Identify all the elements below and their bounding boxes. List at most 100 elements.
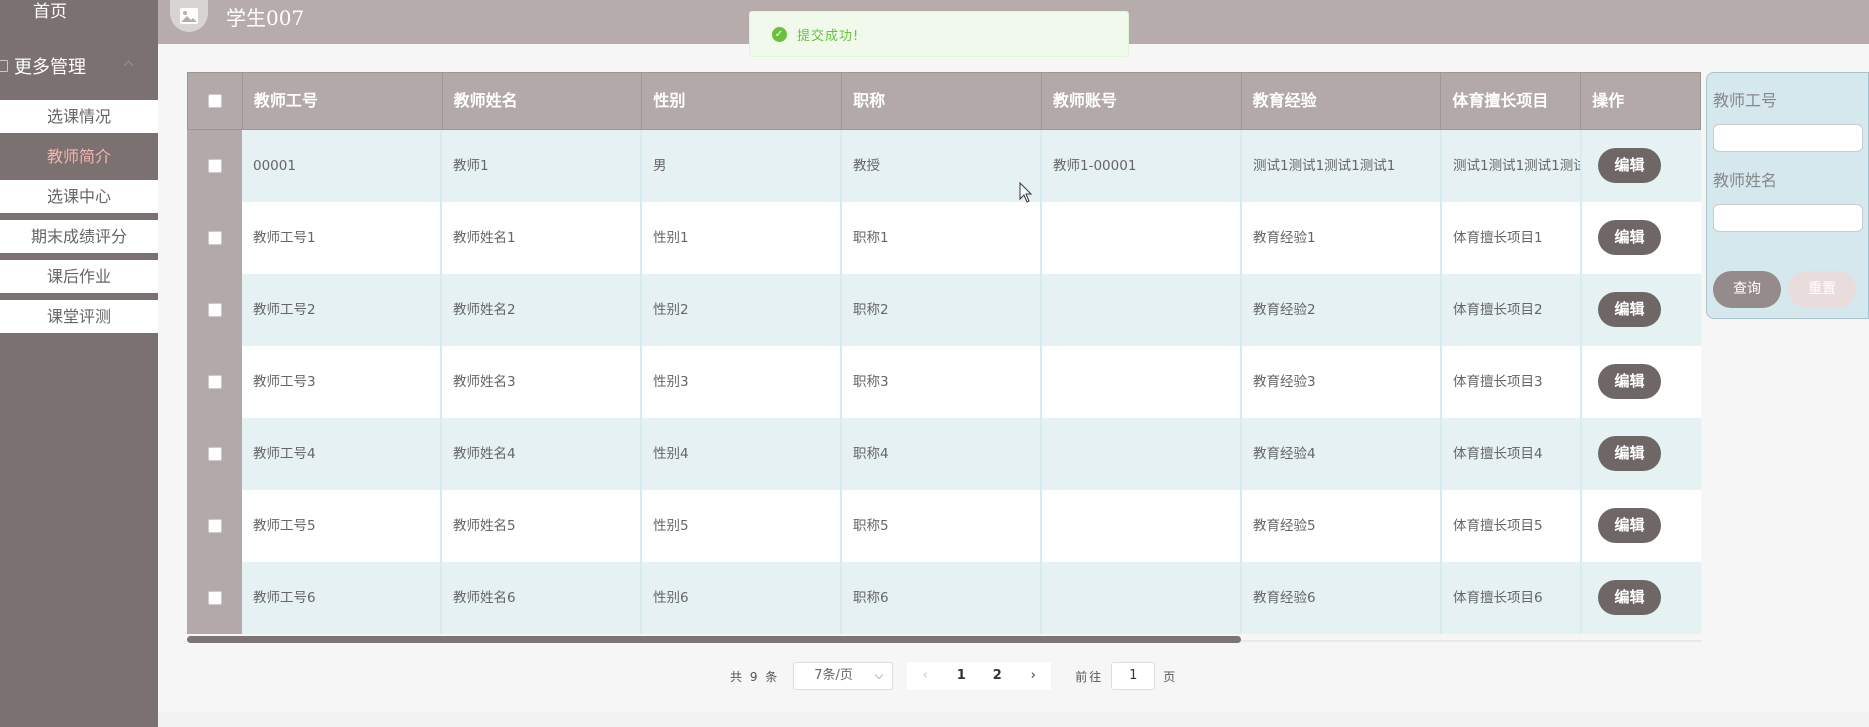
table-body: 00001 教师1 男 教授 教师1-00001 测试1测试1测试1测试1 测试… <box>187 130 1701 634</box>
column-header[interactable]: 教师姓名 <box>443 73 643 129</box>
column-header[interactable]: 教师账号 <box>1042 73 1242 129</box>
table-cell: 教师1 <box>442 130 642 202</box>
sidebar-item-homework[interactable]: 课后作业 <box>0 260 158 293</box>
chevron-right-icon: › <box>1030 668 1036 683</box>
table-cell: 教师工号2 <box>242 274 442 346</box>
horizontal-scrollbar[interactable] <box>187 636 1241 643</box>
query-button[interactable]: 查询 <box>1713 271 1781 308</box>
sidebar-item-final-grades[interactable]: 期末成绩评分 <box>0 220 158 253</box>
chevron-left-icon: ‹ <box>922 668 928 683</box>
check-circle-icon: ✓ <box>772 26 787 42</box>
row-checkbox[interactable] <box>207 303 222 317</box>
table-cell: 教师工号1 <box>242 202 442 274</box>
sidebar-item-class-eval[interactable]: 课堂评测 <box>0 300 158 333</box>
column-header[interactable]: 教育经验 <box>1242 73 1442 129</box>
username: 学生007 <box>226 6 305 30</box>
teacher-table: 教师工号 教师姓名 性别 职称 教师账号 教育经验 体育擅长项目 操作 0000… <box>187 72 1701 634</box>
table-cell: 教师工号5 <box>242 490 442 562</box>
sidebar-more-label: 更多管理 <box>14 57 86 78</box>
table-cell: 教师姓名2 <box>442 274 642 346</box>
next-page-button[interactable]: › <box>1015 662 1052 690</box>
chevron-down-icon <box>875 670 884 680</box>
sidebar-more-management[interactable]: 更多管理 <box>0 48 158 84</box>
edit-button[interactable]: 编辑 <box>1598 580 1661 615</box>
page-1-button[interactable]: 1 <box>943 662 980 690</box>
table-cell: 00001 <box>242 130 442 202</box>
table-row: 教师工号1 教师姓名1 性别1 职称1 教育经验1 体育擅长项目1 编辑 <box>187 202 1701 274</box>
sidebar-item-course-center[interactable]: 选课中心 <box>0 180 158 213</box>
table-cell: 教育经验2 <box>1242 274 1442 346</box>
sidebar-item-course-status[interactable]: 选课情况 <box>0 100 158 133</box>
teacher-name-label: 教师姓名 <box>1713 171 1778 190</box>
edit-button[interactable]: 编辑 <box>1598 508 1661 543</box>
image-icon <box>180 8 198 24</box>
sidebar-home[interactable]: 首页 <box>0 0 100 24</box>
table-cell: 教师姓名3 <box>442 346 642 418</box>
prev-page-button[interactable]: ‹ <box>907 662 944 690</box>
edit-button[interactable]: 编辑 <box>1598 436 1661 471</box>
table-cell: 职称3 <box>842 346 1042 418</box>
menu-icon <box>0 60 8 72</box>
row-checkbox[interactable] <box>207 447 222 461</box>
table-cell: 职称1 <box>842 202 1042 274</box>
table-header: 教师工号 教师姓名 性别 职称 教师账号 教育经验 体育擅长项目 操作 <box>187 72 1701 130</box>
edit-button[interactable]: 编辑 <box>1598 148 1661 183</box>
column-header[interactable]: 职称 <box>842 73 1042 129</box>
row-select-cell <box>187 202 242 274</box>
page-2-button[interactable]: 2 <box>979 662 1016 690</box>
row-select-cell <box>187 274 242 346</box>
pagination: 共 9 条 7条/页 ‹ 1 2 › 前往 1 页 <box>730 662 1175 690</box>
goto-page-input[interactable]: 1 <box>1111 662 1156 690</box>
table-cell: 教师姓名1 <box>442 202 642 274</box>
edit-button[interactable]: 编辑 <box>1598 364 1661 399</box>
row-checkbox[interactable] <box>207 375 222 389</box>
row-select-cell <box>187 346 242 418</box>
table-cell: 教育经验6 <box>1242 562 1442 634</box>
table-row: 00001 教师1 男 教授 教师1-00001 测试1测试1测试1测试1 测试… <box>187 130 1701 202</box>
teacher-id-input[interactable] <box>1713 124 1863 152</box>
table-cell: 教育经验3 <box>1242 346 1442 418</box>
table-cell <box>1042 202 1242 274</box>
table-cell: 教育经验1 <box>1242 202 1442 274</box>
table-cell: 职称5 <box>842 490 1042 562</box>
table-cell: 教授 <box>842 130 1042 202</box>
select-all-checkbox[interactable] <box>207 94 222 108</box>
column-header[interactable]: 性别 <box>642 73 843 129</box>
table-cell: 体育擅长项目3 <box>1442 346 1582 418</box>
action-cell: 编辑 <box>1582 562 1701 634</box>
row-select-cell <box>187 562 242 634</box>
teacher-name-input[interactable] <box>1713 204 1863 232</box>
table-cell: 体育擅长项目2 <box>1442 274 1582 346</box>
action-cell: 编辑 <box>1582 274 1701 346</box>
reset-button[interactable]: 重置 <box>1788 271 1856 308</box>
row-checkbox[interactable] <box>207 591 222 605</box>
row-checkbox[interactable] <box>207 231 222 245</box>
action-cell: 编辑 <box>1582 130 1701 202</box>
column-header[interactable]: 教师工号 <box>243 73 443 129</box>
table-cell: 性别2 <box>642 274 842 346</box>
table-cell: 教师工号6 <box>242 562 442 634</box>
table-cell: 教师姓名4 <box>442 418 642 490</box>
row-checkbox[interactable] <box>207 159 222 173</box>
goto-suffix: 页 <box>1163 669 1176 684</box>
table-cell: 教育经验4 <box>1242 418 1442 490</box>
table-cell: 性别1 <box>642 202 842 274</box>
row-checkbox[interactable] <box>207 519 222 533</box>
sidebar: 首页 更多管理 选课情况 教师简介 选课中心 期末成绩评分 课后作业 课堂评测 <box>0 0 158 727</box>
table-cell: 教师1-00001 <box>1042 130 1242 202</box>
edit-button[interactable]: 编辑 <box>1598 292 1661 327</box>
table-cell: 职称6 <box>842 562 1042 634</box>
table-cell: 体育擅长项目5 <box>1442 490 1582 562</box>
chevron-up-icon <box>123 60 134 71</box>
sidebar-item-teacher-intro[interactable]: 教师简介 <box>0 140 158 173</box>
edit-button[interactable]: 编辑 <box>1598 220 1661 255</box>
table-cell <box>1042 562 1242 634</box>
table-cell: 男 <box>642 130 842 202</box>
table-cell: 测试1测试1测试1测试1 <box>1242 130 1442 202</box>
page-size-select[interactable]: 7条/页 <box>793 662 894 690</box>
column-header[interactable]: 体育擅长项目 <box>1441 73 1582 129</box>
table-row: 教师工号2 教师姓名2 性别2 职称2 教育经验2 体育擅长项目2 编辑 <box>187 274 1701 346</box>
success-toast: ✓ 提交成功! <box>749 11 1129 57</box>
toast-message: 提交成功! <box>797 28 860 44</box>
table-cell: 教育经验5 <box>1242 490 1442 562</box>
